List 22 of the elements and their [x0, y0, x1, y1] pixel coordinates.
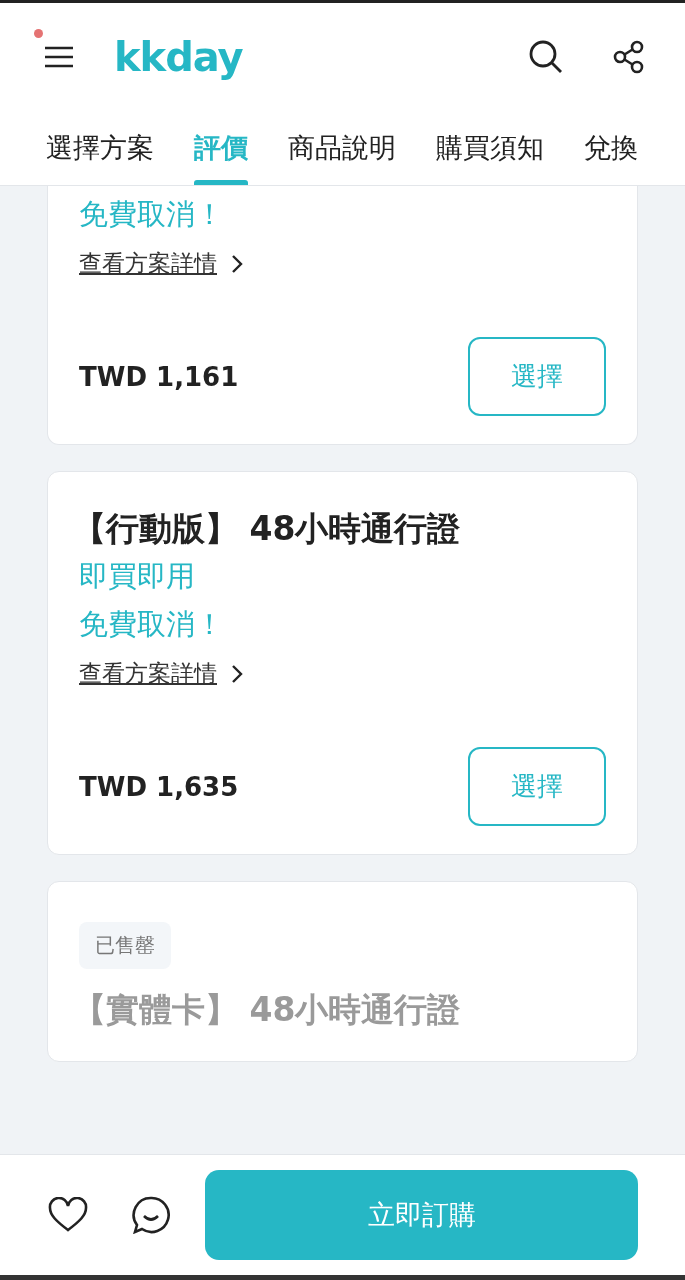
sold-out-badge: 已售罄 — [79, 922, 171, 969]
chat-icon[interactable] — [132, 1196, 170, 1234]
tab[interactable]: 選擇方案 — [46, 110, 154, 185]
tab[interactable]: 購買須知 — [436, 110, 544, 185]
tab[interactable]: 商品說明 — [288, 110, 396, 185]
plan-tag: 免費取消！ — [79, 190, 606, 238]
menu-button[interactable] — [44, 44, 74, 69]
plan-price: TWD 1,635 — [79, 771, 239, 802]
chevron-icon — [231, 253, 243, 274]
heart-icon[interactable] — [48, 1197, 88, 1233]
plan-price: TWD 1,161 — [79, 361, 239, 392]
plan-title: 【實體卡】 48小時通行證 — [73, 989, 462, 1031]
plan-tag: 即買即用 — [79, 552, 606, 600]
plan-details-link[interactable]: 查看方案詳情 — [79, 248, 243, 279]
plan-tag: 免費取消！ — [79, 600, 606, 648]
tab[interactable]: 兌換 — [584, 110, 638, 185]
logo: kkday — [114, 33, 244, 80]
search-button[interactable] — [529, 39, 563, 74]
chevron-icon — [231, 663, 243, 684]
plan-details-link[interactable]: 查看方案詳情 — [79, 658, 243, 689]
plan-title: 【行動版】 48小時通行證 — [73, 508, 462, 550]
share-button[interactable] — [613, 39, 645, 74]
